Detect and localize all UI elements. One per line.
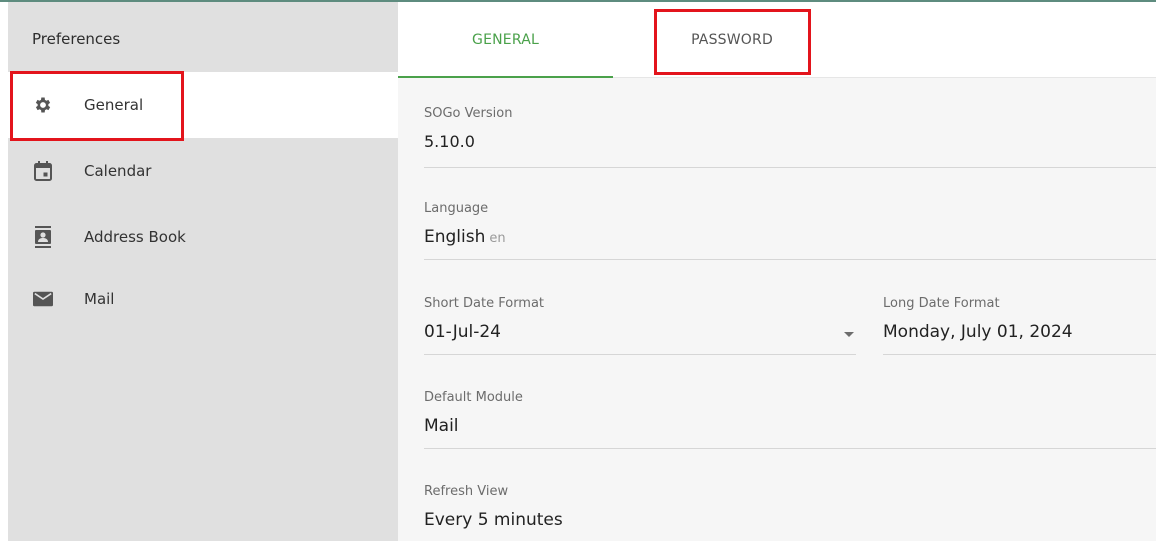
tab-bar: GENERAL PASSWORD	[398, 2, 1156, 78]
field-label: SOGo Version	[424, 106, 513, 121]
field-value: Monday, July 01, 2024	[883, 322, 1073, 342]
language-code: en	[489, 231, 506, 246]
field-underline	[424, 448, 1156, 449]
sidebar-item-address-book[interactable]: Address Book	[8, 204, 398, 270]
chevron-down-icon[interactable]	[844, 332, 854, 337]
tab-general[interactable]: GENERAL	[398, 2, 613, 78]
address-book-icon	[33, 226, 53, 248]
field-value: English en	[424, 227, 506, 247]
sidebar-item-label: Address Book	[84, 228, 186, 246]
sidebar-item-mail[interactable]: Mail	[8, 266, 398, 332]
sidebar-item-label: Calendar	[84, 162, 152, 180]
field-underline	[424, 259, 1156, 260]
field-label: Refresh View	[424, 484, 509, 499]
preferences-sidebar: Preferences General Calendar Address Boo…	[8, 2, 398, 541]
language-name: English	[424, 227, 486, 247]
field-value: Mail	[424, 416, 459, 436]
sidebar-item-calendar[interactable]: Calendar	[8, 138, 398, 204]
field-underline	[424, 167, 1156, 168]
tab-password[interactable]: PASSWORD	[656, 2, 808, 77]
sidebar-title: Preferences	[32, 30, 121, 48]
field-value: 01-Jul-24	[424, 322, 501, 342]
field-value: Every 5 minutes	[424, 510, 563, 530]
active-tab-indicator	[398, 76, 613, 78]
field-underline	[424, 354, 856, 355]
field-label: Default Module	[424, 390, 523, 405]
preferences-content: GENERAL PASSWORD SOGo Version 5.10.0 Lan…	[398, 2, 1156, 541]
field-underline	[883, 354, 1156, 355]
field-label: Short Date Format	[424, 296, 545, 311]
tab-label: PASSWORD	[691, 31, 773, 48]
sidebar-item-label: General	[84, 96, 144, 114]
tab-label: GENERAL	[472, 31, 539, 48]
field-label: Language	[424, 201, 489, 216]
sidebar-item-general[interactable]: General	[8, 72, 398, 138]
mail-icon	[33, 289, 53, 309]
gear-icon	[33, 95, 53, 115]
field-label: Long Date Format	[883, 296, 1000, 311]
sidebar-item-label: Mail	[84, 290, 115, 308]
field-value: 5.10.0	[424, 132, 475, 151]
calendar-icon	[33, 161, 53, 181]
